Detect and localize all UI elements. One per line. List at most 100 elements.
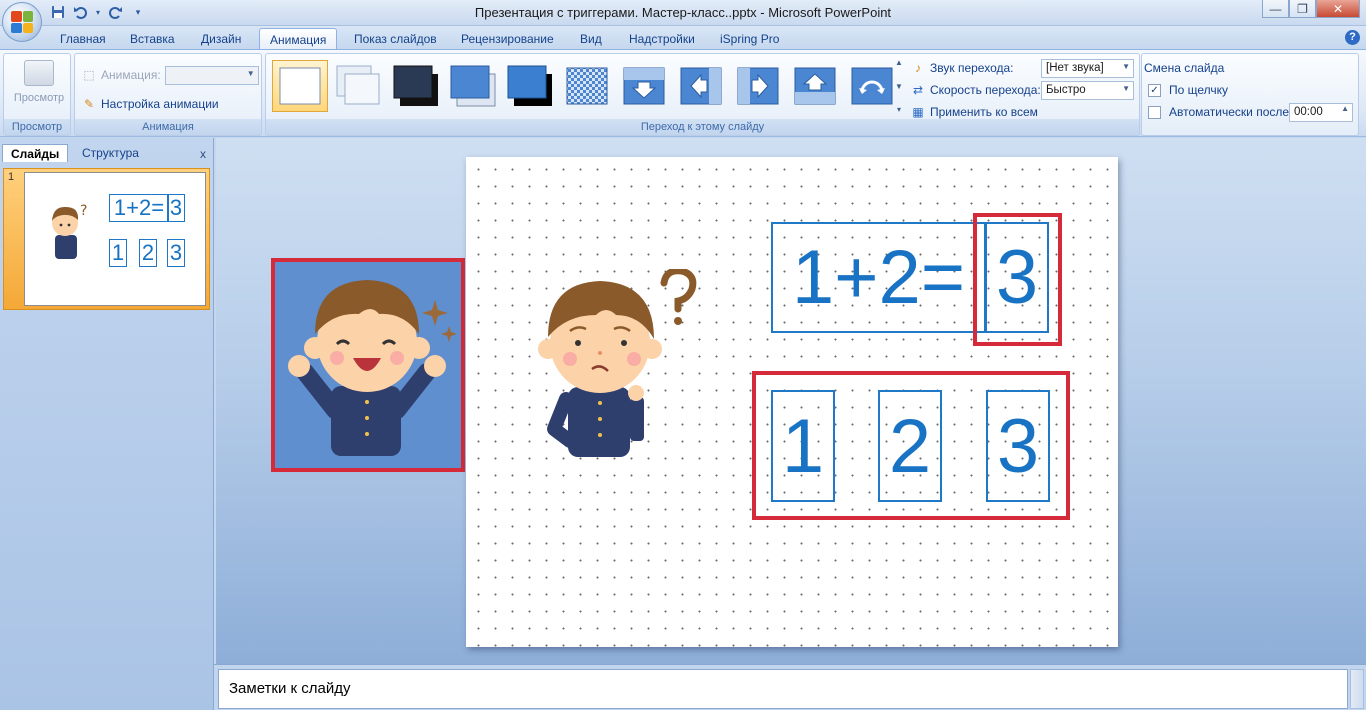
transition-dissolve[interactable]	[445, 60, 501, 112]
custom-animation-icon: ✎	[83, 97, 95, 111]
speed-row: ⇄ Скорость перехода:	[910, 80, 1041, 100]
maximize-button[interactable]: ❐	[1289, 0, 1316, 18]
gallery-scroll[interactable]: ▲ ▼ ▾	[892, 58, 906, 114]
transition-gallery	[270, 58, 893, 114]
gallery-down-icon[interactable]: ▼	[892, 82, 906, 91]
slides-pane-tabs: Слайды Структура x	[0, 142, 214, 162]
ribbon: Просмотр Просмотр ⬚ Анимация: ▼ ✎ Настро…	[0, 49, 1366, 137]
speed-label: Скорость перехода:	[930, 83, 1041, 97]
tab-insert[interactable]: Вставка	[120, 28, 185, 50]
auto-after-label: Автоматически после:	[1169, 105, 1293, 119]
preview-button[interactable]: Просмотр	[8, 58, 70, 114]
thumb-equation: 1+2=	[109, 194, 169, 222]
on-click-checkbox[interactable]: ✓	[1148, 83, 1161, 97]
ribbon-tabs: Главная Вставка Дизайн Анимация Показ сл…	[0, 26, 1366, 50]
slides-pane: Слайды Структура x 1 ? 1+2= 3 1 2 3	[0, 138, 214, 710]
preview-button-label: Просмотр	[13, 92, 65, 104]
trigger-highlight-answer	[973, 213, 1062, 346]
help-icon[interactable]: ?	[1345, 30, 1360, 45]
sound-dropdown[interactable]: [Нет звука] ▼	[1041, 59, 1134, 78]
thumb-option-2: 2	[139, 239, 157, 267]
transition-push-up[interactable]	[787, 60, 843, 112]
sound-row: ♪ Звук перехода:	[910, 58, 1013, 78]
advance-slide-group: Смена слайда ✓ По щелчку Автоматически п…	[1141, 53, 1359, 136]
trigger-highlight-boy	[271, 258, 465, 472]
office-logo-icon	[11, 11, 33, 33]
notes-input[interactable]: Заметки к слайду	[218, 669, 1348, 709]
tab-animation[interactable]: Анимация	[259, 28, 338, 50]
transition-group: ▲ ▼ ▾ ♪ Звук перехода: [Нет звука] ▼ ⇄ С…	[265, 53, 1140, 136]
tab-review[interactable]: Рецензирование	[451, 28, 564, 50]
trigger-highlight-options	[752, 371, 1070, 520]
tab-slide-show[interactable]: Показ слайдов	[344, 28, 447, 50]
custom-animation-label: Настройка анимации	[101, 97, 219, 111]
speed-dropdown[interactable]: Быстро ▼	[1041, 81, 1134, 100]
apply-all-label: Применить ко всем	[930, 105, 1038, 119]
svg-text:?: ?	[80, 203, 87, 219]
thumb-option-1: 1	[109, 239, 127, 267]
thinking-boy-thumb-icon: ?	[52, 203, 87, 259]
window-title: Презентация с триггерами. Мастер-класс..…	[474, 5, 892, 20]
transition-push-down[interactable]	[616, 60, 672, 112]
on-click-row[interactable]: ✓ По щелчку	[1148, 80, 1228, 100]
sound-label: Звук перехода:	[930, 61, 1014, 75]
notes-scrollbar[interactable]	[1350, 669, 1364, 709]
transition-group-label: Переход к этому слайду	[266, 119, 1139, 135]
preview-icon	[24, 60, 54, 86]
preview-group-label: Просмотр	[4, 119, 70, 135]
transition-fade-black[interactable]	[388, 60, 444, 112]
slide-number: 1	[8, 171, 15, 183]
thumb-option-3: 3	[167, 239, 185, 267]
auto-after-row[interactable]: Автоматически после:	[1148, 102, 1292, 122]
window-controls: — ❐ ✕	[1262, 0, 1360, 18]
sound-dropdown-value: [Нет звука]	[1046, 62, 1104, 74]
tab-home[interactable]: Главная	[50, 28, 116, 50]
on-click-label: По щелчку	[1169, 83, 1229, 97]
close-pane-icon[interactable]: x	[200, 147, 206, 161]
auto-after-stepper[interactable]: 00:00 ▲	[1289, 103, 1353, 122]
tab-ispring-pro[interactable]: iSpring Pro	[710, 28, 789, 50]
chevron-down-icon: ▼	[1122, 84, 1130, 93]
auto-after-value: 00:00	[1294, 106, 1323, 118]
transition-checkerboard[interactable]	[559, 60, 615, 112]
tab-view[interactable]: Вид	[570, 28, 612, 50]
gallery-more-icon[interactable]: ▾	[892, 105, 906, 114]
tab-design[interactable]: Дизайн	[191, 28, 251, 50]
stepper-up-icon[interactable]: ▲	[1341, 104, 1349, 113]
speed-dropdown-value: Быстро	[1046, 84, 1086, 96]
transition-push-left[interactable]	[673, 60, 729, 112]
custom-animation-button[interactable]: ✎ Настройка анимации	[81, 94, 219, 114]
transition-fade[interactable]	[331, 60, 387, 112]
sound-icon: ♪	[915, 61, 921, 75]
close-button[interactable]: ✕	[1316, 0, 1360, 18]
tab-addins[interactable]: Надстройки	[619, 28, 705, 50]
preview-group: Просмотр Просмотр	[3, 53, 71, 136]
thumb-answer: 3	[167, 194, 185, 222]
transition-push-right[interactable]	[730, 60, 786, 112]
minimize-button[interactable]: —	[1262, 0, 1289, 18]
chevron-down-icon: ▼	[1122, 62, 1130, 71]
thinking-boy-icon[interactable]	[536, 269, 706, 459]
chevron-down-icon: ▼	[246, 68, 255, 78]
animation-group: ⬚ Анимация: ▼ ✎ Настройка анимации Анима…	[74, 53, 262, 136]
slide-canvas[interactable]: 1+2= 3 1 2 3	[466, 157, 1118, 647]
apply-all-icon: ▦	[912, 105, 924, 119]
office-button[interactable]	[2, 2, 42, 42]
notes-pane: Заметки к слайду	[214, 664, 1366, 710]
animation-dropdown[interactable]: ▼	[164, 65, 259, 85]
slide-thumbnail-preview[interactable]: ? 1+2= 3 1 2 3	[24, 172, 206, 306]
transition-cut-black[interactable]	[502, 60, 558, 112]
gallery-up-icon[interactable]: ▲	[892, 58, 906, 67]
title-bar: ▾ ▾ Презентация с триггерами. Мастер-кла…	[0, 0, 1366, 26]
advance-title: Смена слайда	[1144, 61, 1225, 75]
auto-after-checkbox[interactable]	[1148, 105, 1161, 119]
tab-slides[interactable]: Слайды	[2, 144, 69, 162]
animation-label: Анимация:	[101, 68, 161, 82]
animation-group-label: Анимация	[75, 119, 261, 135]
animation-row: ⬚ Анимация: ▼	[81, 65, 259, 85]
speed-icon: ⇄	[912, 83, 924, 97]
equation-box[interactable]: 1+2=	[771, 222, 986, 333]
tab-outline[interactable]: Структура	[74, 144, 147, 162]
slide-thumbnail-1[interactable]: 1 ? 1+2= 3 1 2 3	[3, 168, 210, 310]
transition-none[interactable]	[272, 60, 328, 112]
